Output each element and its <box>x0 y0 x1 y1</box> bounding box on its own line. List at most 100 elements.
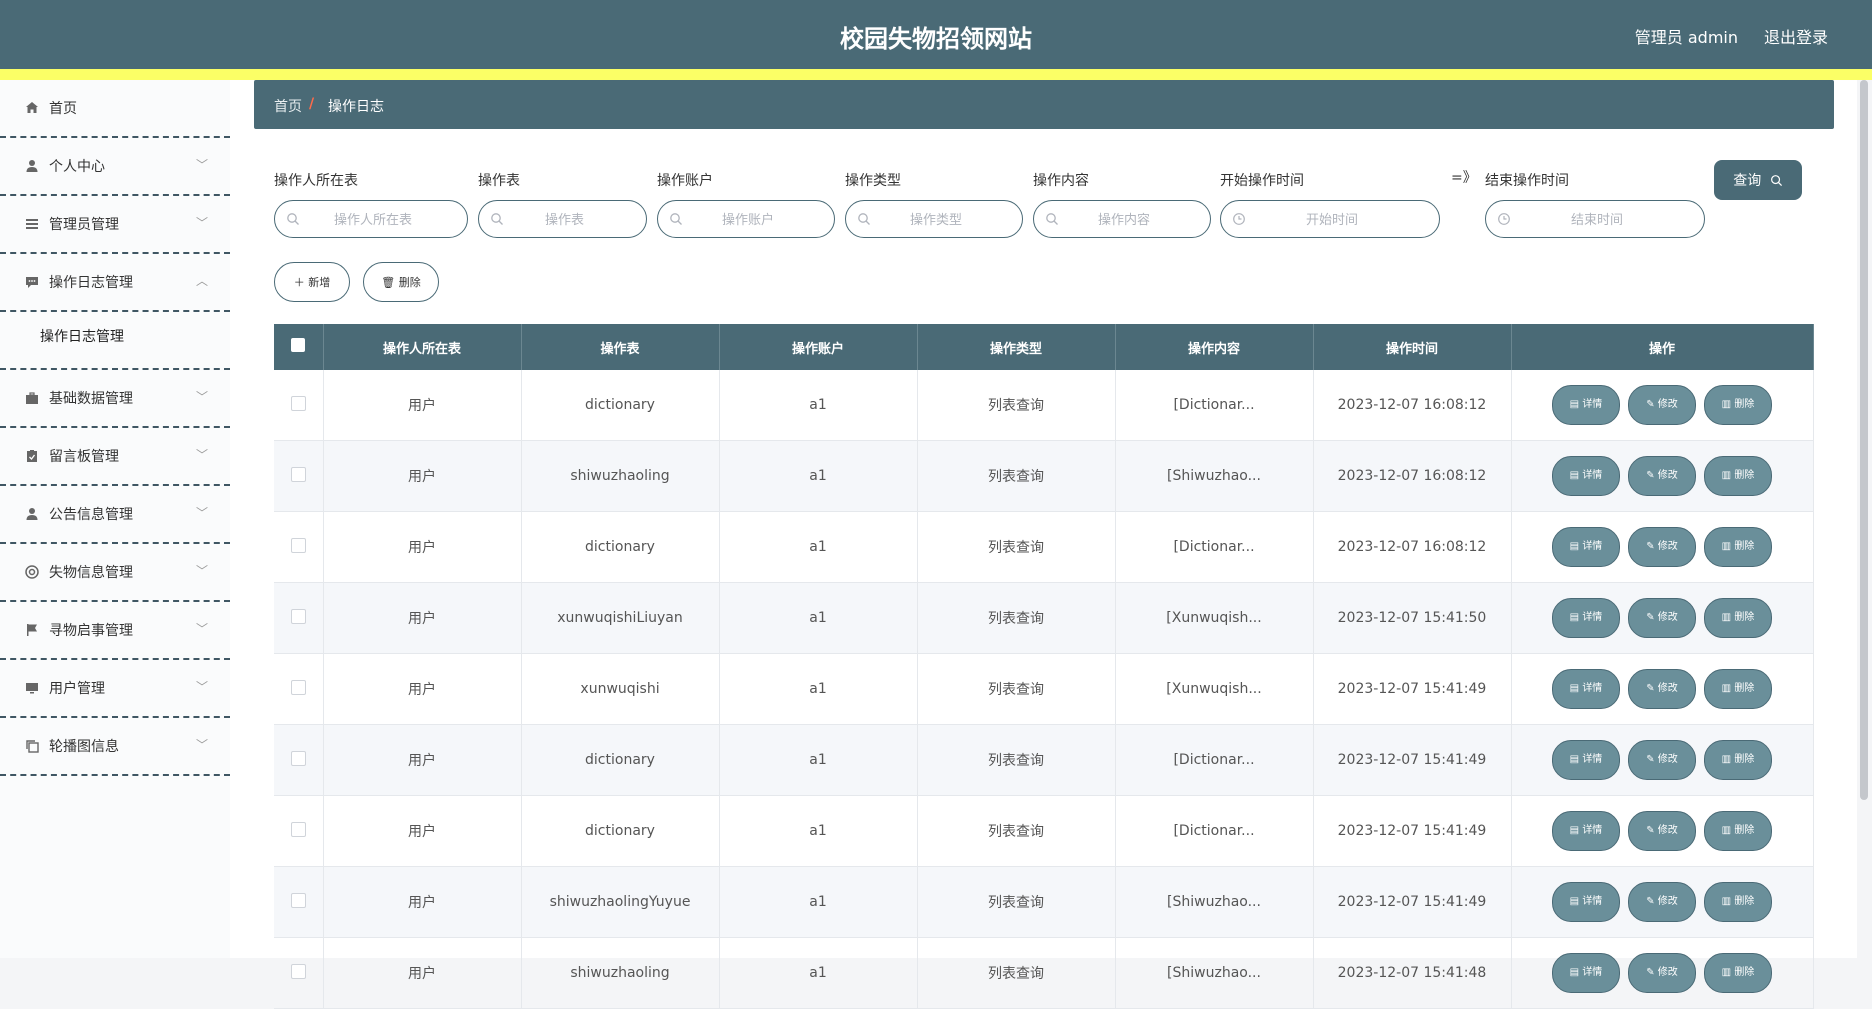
edit-button[interactable]: ✎ 修改 <box>1628 811 1696 851</box>
sidebar-item-label: 首页 <box>49 101 77 117</box>
edit-button[interactable]: ✎ 修改 <box>1628 385 1696 425</box>
row-checkbox[interactable] <box>290 395 306 411</box>
detail-button[interactable]: ▤ 详情 <box>1552 811 1620 851</box>
detail-button[interactable]: ▤ 详情 <box>1552 953 1620 993</box>
search-icon <box>670 213 682 225</box>
detail-button[interactable]: ▤ 详情 <box>1552 740 1620 780</box>
site-title: 校园失物招领网站 <box>840 25 1032 53</box>
edit-button[interactable]: ✎ 修改 <box>1628 598 1696 638</box>
delete-button[interactable]: ▥ 删除 <box>1704 669 1772 709</box>
sidebar-item-search-notices[interactable]: 寻物启事管理 ﹀ <box>0 602 230 660</box>
filter-label-operator-table: 操作人所在表 <box>274 173 358 189</box>
cell-operator-table: 用户 <box>323 582 522 654</box>
cell-type: 列表查询 <box>917 582 1116 654</box>
delete-button[interactable]: ▥ 删除 <box>1704 811 1772 851</box>
account-input[interactable] <box>658 201 838 239</box>
start-time-field[interactable] <box>1220 200 1443 239</box>
row-checkbox[interactable] <box>290 537 306 553</box>
sidebar-item-message-board[interactable]: 留言板管理 ﹀ <box>0 428 230 486</box>
row-select-cell[interactable] <box>274 866 324 938</box>
edit-button[interactable]: ✎ 修改 <box>1628 953 1696 993</box>
row-select-cell[interactable] <box>274 724 324 796</box>
row-actions: ▤ 详情 ✎ 修改 ▥ 删除 <box>1511 582 1814 654</box>
row-select-cell[interactable] <box>274 937 324 1009</box>
cell-time: 2023-12-07 16:08:12 <box>1313 440 1512 512</box>
row-select-cell[interactable] <box>274 511 324 583</box>
cell-time: 2023-12-07 15:41:48 <box>1313 937 1512 1009</box>
bulk-delete-button[interactable]: 🗑 删除 <box>363 262 439 302</box>
type-input[interactable] <box>846 201 1026 239</box>
select-all-cell[interactable] <box>274 324 324 370</box>
cell-account: a1 <box>719 866 918 938</box>
operator-table-field[interactable] <box>274 200 471 239</box>
end-time-input[interactable] <box>1486 201 1708 239</box>
delete-button[interactable]: ▥ 删除 <box>1704 740 1772 780</box>
edit-button[interactable]: ✎ 修改 <box>1628 527 1696 567</box>
sidebar-item-lost-items[interactable]: 失物信息管理 ﹀ <box>0 544 230 602</box>
table-row: 用户 dictionary a1 列表查询 [Dictionar... 2023-12-0… <box>274 724 1814 796</box>
sidebar-item-announcement[interactable]: 公告信息管理 ﹀ <box>0 486 230 544</box>
type-field[interactable] <box>845 200 1026 239</box>
add-button[interactable]: ＋ 新增 <box>274 262 350 302</box>
content-input[interactable] <box>1034 201 1214 239</box>
row-checkbox[interactable] <box>290 892 306 908</box>
detail-button[interactable]: ▤ 详情 <box>1552 456 1620 496</box>
row-checkbox[interactable] <box>290 608 306 624</box>
delete-button[interactable]: ▥ 删除 <box>1704 456 1772 496</box>
submenu-item-oplog[interactable]: 操作日志管理 <box>0 312 230 362</box>
table-field[interactable] <box>478 200 650 239</box>
row-checkbox[interactable] <box>290 466 306 482</box>
detail-button[interactable]: ▤ 详情 <box>1552 882 1620 922</box>
detail-button[interactable]: ▤ 详情 <box>1552 598 1620 638</box>
doc-icon: ▤ <box>1569 754 1583 765</box>
detail-button[interactable]: ▤ 详情 <box>1552 385 1620 425</box>
row-select-cell[interactable] <box>274 370 324 441</box>
breadcrumb-home[interactable]: 首页 <box>274 96 302 116</box>
sidebar-item-carousel[interactable]: 轮播图信息 ﹀ <box>0 718 230 776</box>
delete-button[interactable]: ▥ 删除 <box>1704 953 1772 993</box>
select-all-checkbox[interactable] <box>291 338 306 352</box>
pencil-icon: ✎ <box>1646 896 1658 907</box>
detail-button[interactable]: ▤ 详情 <box>1552 527 1620 567</box>
delete-button[interactable]: ▥ 删除 <box>1704 385 1772 425</box>
row-select-cell[interactable] <box>274 653 324 725</box>
table-input[interactable] <box>479 201 650 239</box>
edit-button[interactable]: ✎ 修改 <box>1628 669 1696 709</box>
content-field[interactable] <box>1033 200 1214 239</box>
edit-button[interactable]: ✎ 修改 <box>1628 882 1696 922</box>
end-time-field[interactable] <box>1485 200 1708 239</box>
sidebar-item-base-data[interactable]: 基础数据管理 ﹀ <box>0 370 230 428</box>
row-select-cell[interactable] <box>274 440 324 512</box>
detail-button[interactable]: ▤ 详情 <box>1552 669 1620 709</box>
start-time-input[interactable] <box>1221 201 1443 239</box>
account-field[interactable] <box>657 200 838 239</box>
row-checkbox[interactable] <box>290 750 306 766</box>
page-scrollbar[interactable] <box>1860 80 1868 800</box>
plus-icon: ＋ <box>293 276 305 289</box>
query-button[interactable]: 查询 <box>1714 160 1802 200</box>
sidebar-item-oplog-management[interactable]: 操作日志管理 ︿ <box>0 254 230 312</box>
delete-button[interactable]: ▥ 删除 <box>1704 598 1772 638</box>
row-select-cell[interactable] <box>274 582 324 654</box>
row-checkbox[interactable] <box>290 821 306 837</box>
sidebar-item-user-management[interactable]: 用户管理 ﹀ <box>0 660 230 718</box>
logout-link[interactable]: 退出登录 <box>1764 24 1828 48</box>
cell-content: [Xunwuqish... <box>1115 582 1314 654</box>
row-actions: ▤ 详情 ✎ 修改 ▥ 删除 <box>1511 440 1814 512</box>
edit-button[interactable]: ✎ 修改 <box>1628 456 1696 496</box>
operator-table-input[interactable] <box>275 201 471 239</box>
doc-icon: ▤ <box>1569 399 1583 410</box>
row-checkbox[interactable] <box>290 963 306 979</box>
filter-label-start-time: 开始操作时间 <box>1220 173 1304 189</box>
row-select-cell[interactable] <box>274 795 324 867</box>
sidebar-item-admin-management[interactable]: 管理员管理 ﹀ <box>0 196 230 254</box>
delete-button[interactable]: ▥ 删除 <box>1704 527 1772 567</box>
delete-button[interactable]: ▥ 删除 <box>1704 882 1772 922</box>
sidebar-item-personal-center[interactable]: 个人中心 ﹀ <box>0 138 230 196</box>
filter-label-content: 操作内容 <box>1033 173 1089 189</box>
pencil-icon: ✎ <box>1646 470 1658 481</box>
row-checkbox[interactable] <box>290 679 306 695</box>
sidebar-item-home[interactable]: 首页 <box>0 80 230 138</box>
chevron-down-icon: ﹀ <box>195 216 208 230</box>
edit-button[interactable]: ✎ 修改 <box>1628 740 1696 780</box>
